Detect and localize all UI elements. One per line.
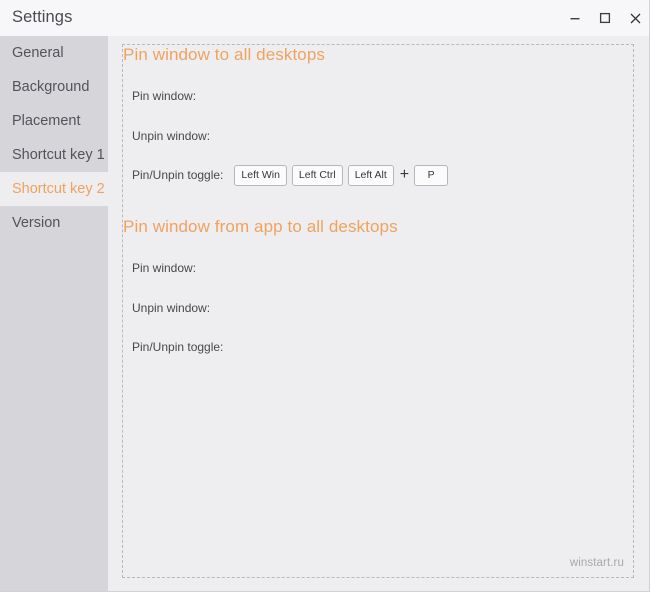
- shortcut-key-group: Left Win Left Ctrl Left Alt + P: [234, 164, 453, 186]
- sidebar-item-general[interactable]: General: [0, 36, 108, 70]
- sidebar-item-label: General: [12, 45, 64, 61]
- plus-icon: +: [399, 165, 410, 183]
- key-left-alt[interactable]: Left Alt: [347, 164, 394, 186]
- key-left-ctrl[interactable]: Left Ctrl: [291, 164, 343, 186]
- close-button[interactable]: [620, 3, 649, 33]
- sidebar-item-shortcut-key-1[interactable]: Shortcut key 1: [0, 138, 108, 172]
- title-bar: Settings: [0, 0, 649, 36]
- sidebar-nav: General Background Placement Shortcut ke…: [0, 36, 108, 240]
- key-letter-p[interactable]: P: [414, 164, 449, 186]
- sidebar-item-shortcut-key-2[interactable]: Shortcut key 2: [0, 172, 108, 206]
- sidebar: General Background Placement Shortcut ke…: [0, 36, 108, 591]
- sidebar-item-version[interactable]: Version: [0, 206, 108, 240]
- sidebar-item-label: Shortcut key 1: [12, 147, 105, 163]
- settings-window: Settings General Background Placement Sh…: [0, 0, 650, 592]
- row-label: Pin window:: [132, 89, 197, 103]
- row-label: Pin window:: [132, 261, 197, 275]
- sidebar-item-label: Background: [12, 79, 90, 95]
- window-controls: [560, 0, 649, 36]
- minimize-icon: [570, 18, 580, 20]
- sidebar-item-label: Version: [12, 215, 61, 231]
- minimize-button[interactable]: [560, 3, 590, 33]
- row-label: Unpin window:: [132, 301, 211, 315]
- maximize-icon: [599, 12, 611, 24]
- watermark: winstart.ru: [569, 557, 624, 569]
- sidebar-item-background[interactable]: Background: [0, 70, 108, 104]
- setting-row-pin-window: Pin window:: [132, 256, 220, 280]
- settings-panel: Pin window to all desktops Pin window: U…: [122, 44, 634, 578]
- section-heading: Pin window from app to all desktops: [123, 217, 398, 236]
- setting-row-pin-unpin-toggle: Pin/Unpin toggle: Left Win Left Ctrl Lef…: [132, 163, 453, 187]
- sidebar-item-label: Shortcut key 2: [12, 181, 105, 197]
- setting-row-pin-unpin-toggle: Pin/Unpin toggle:: [132, 335, 223, 359]
- row-label: Pin/Unpin toggle:: [132, 168, 224, 182]
- setting-row-unpin-window: Unpin window:: [132, 124, 220, 148]
- sidebar-item-placement[interactable]: Placement: [0, 104, 108, 138]
- row-label: Unpin window:: [132, 129, 211, 143]
- content-area: Pin window to all desktops Pin window: U…: [108, 36, 649, 591]
- key-left-win[interactable]: Left Win: [234, 164, 287, 186]
- close-icon: [630, 13, 640, 23]
- page-title: Settings: [12, 8, 73, 26]
- row-label: Pin/Unpin toggle:: [132, 340, 224, 354]
- maximize-button[interactable]: [590, 3, 620, 33]
- setting-row-pin-window: Pin window:: [132, 84, 220, 108]
- setting-row-unpin-window: Unpin window:: [132, 296, 220, 320]
- section-heading: Pin window to all desktops: [123, 45, 325, 64]
- sidebar-item-label: Placement: [12, 113, 81, 129]
